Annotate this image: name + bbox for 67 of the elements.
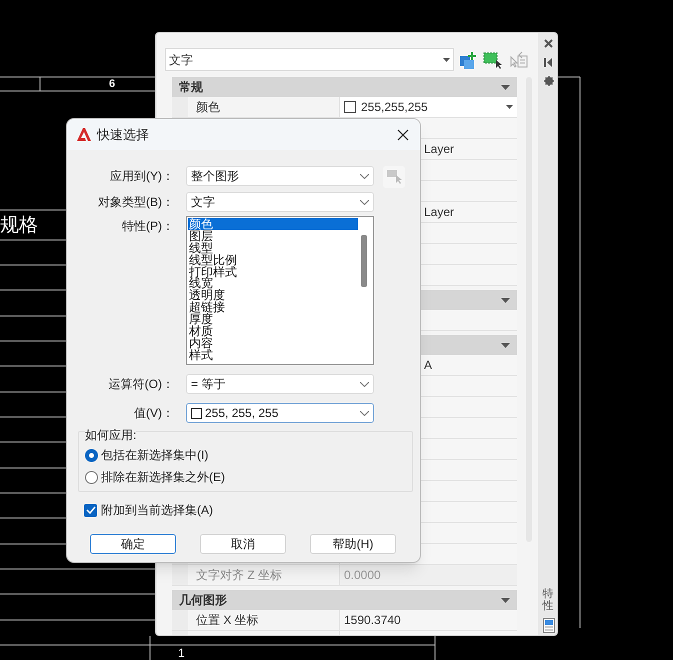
dropdown[interactable]: = 等于	[186, 374, 374, 394]
select-objects-icon	[386, 169, 402, 185]
property-list-item[interactable]: 线型	[188, 242, 358, 254]
section-header[interactable]: 几何图形	[172, 590, 517, 610]
dropdown-arrow-icon	[443, 58, 450, 62]
radio-option[interactable]: 包括在新选择集中(I)	[85, 444, 412, 466]
drawing-text: 1	[178, 647, 185, 660]
palette-title: 特性	[542, 588, 554, 612]
field-label: 应用到(Y)：	[109, 168, 174, 185]
checkbox[interactable]	[84, 504, 97, 516]
property-list-item[interactable]: 线宽	[188, 277, 358, 290]
chevron-down-icon	[360, 200, 369, 204]
settings-icon	[544, 76, 554, 86]
color-value-dropdown[interactable]: 255,255,255	[340, 97, 517, 117]
dropdown-arrow-icon	[506, 105, 513, 109]
scrollbar-thumb[interactable]	[361, 235, 367, 287]
color-swatch	[191, 408, 202, 418]
field-label: 对象类型(B)：	[97, 194, 174, 211]
dropdown[interactable]: 文字	[186, 192, 374, 212]
collapse-arrow-icon	[501, 84, 510, 90]
property-list-item[interactable]: 透明度	[188, 289, 358, 302]
field-label: 特性(P)：	[121, 218, 174, 235]
radio-option[interactable]: 排除在新选择集之外(E)	[85, 466, 412, 488]
radio-button[interactable]	[85, 470, 98, 484]
value-dropdown[interactable]: 255, 255, 255	[186, 403, 374, 423]
close-icon	[397, 128, 409, 140]
dialog-button[interactable]: 确定	[90, 534, 176, 554]
dialog-title: 快速选择	[97, 126, 149, 144]
property-value-cell: 0.0000	[340, 565, 517, 585]
property-list-item[interactable]: 超链接	[188, 301, 358, 314]
property-list-item[interactable]: 材质	[188, 325, 358, 337]
auto-hide-icon	[544, 58, 553, 67]
checkmark-icon	[86, 506, 96, 514]
field-label: 运算符(O)：	[108, 376, 174, 393]
chevron-down-icon	[360, 382, 369, 386]
property-list-item[interactable]: 打印样式	[188, 266, 358, 278]
object-type-dropdown[interactable]: 文字	[165, 48, 454, 71]
section-header[interactable]: 常规	[172, 77, 517, 97]
checkbox-option[interactable]: 附加到当前选择集(A)	[84, 501, 420, 519]
section-title: 常规	[179, 79, 203, 96]
select-objects-icon[interactable]	[483, 51, 503, 70]
field-label: 值(V)：	[133, 405, 174, 422]
property-list-item[interactable]: 厚度	[188, 313, 358, 326]
chevron-down-icon	[360, 174, 369, 178]
property-list-item[interactable]: 图层	[188, 230, 358, 242]
radio-button[interactable]	[85, 448, 98, 462]
app-logo-icon	[76, 127, 92, 142]
close-icon	[544, 39, 553, 48]
drawing-text: 6	[109, 77, 116, 91]
dialog-button[interactable]: 取消	[200, 534, 286, 554]
quick-select-icon[interactable]	[459, 51, 477, 69]
property-list-item[interactable]: 内容	[188, 336, 358, 349]
chevron-down-icon	[360, 410, 369, 416]
drawing-text: 规格	[0, 214, 38, 238]
close-button[interactable]	[395, 126, 411, 142]
property-list-item[interactable]: 颜色	[188, 218, 358, 230]
collapse-arrow-icon	[501, 298, 510, 302]
palette-icon	[542, 618, 554, 633]
group-title: 如何应用:	[85, 428, 136, 442]
color-swatch	[344, 101, 356, 113]
dropdown[interactable]: 整个图形	[186, 166, 374, 186]
section-title: 几何图形	[179, 592, 227, 609]
collapse-arrow-icon	[501, 342, 510, 348]
property-list[interactable]: 颜色 图层 线型 线型比例 打印样式 线宽 透明度 超链接 厚度 材质 内容 样式	[186, 216, 374, 365]
collapse-arrow-icon	[501, 598, 510, 602]
property-list-item[interactable]: 线型比例	[188, 254, 358, 266]
dialog-button[interactable]: 帮助(H)	[310, 534, 396, 554]
